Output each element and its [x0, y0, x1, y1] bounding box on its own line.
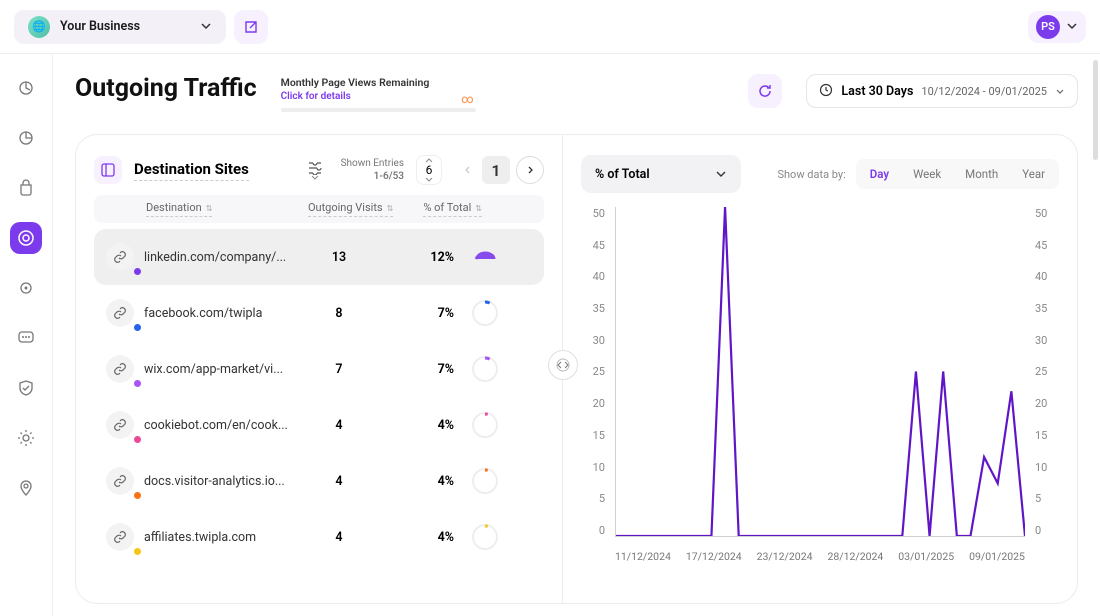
pct-value: 4%: [384, 418, 454, 433]
clock-icon: [819, 82, 833, 101]
destination-text: docs.visitor-analytics.io...: [144, 474, 294, 489]
table-row[interactable]: facebook.com/twipla 8 7%: [94, 285, 544, 341]
link-icon: [106, 467, 134, 495]
next-page-button[interactable]: [516, 156, 544, 184]
page-title: Outgoing Traffic: [75, 74, 257, 103]
destination-text: cookiebot.com/en/cook...: [144, 418, 294, 433]
granularity-switch: DayWeekMonthYear: [856, 159, 1059, 189]
table-header: Destination⇅ Outgoing Visits⇅ % of Total…: [94, 195, 544, 223]
granularity-month[interactable]: Month: [953, 161, 1010, 187]
scrollbar-thumb[interactable]: [1093, 60, 1098, 160]
pct-value: 4%: [384, 474, 454, 489]
sidebar-item-chat[interactable]: [10, 322, 42, 354]
range-label: Last 30 Days: [841, 84, 913, 99]
pct-value: 7%: [384, 362, 454, 377]
spark-ring: [472, 300, 498, 326]
sidebar-item-settings[interactable]: [10, 422, 42, 454]
business-selector[interactable]: 🌐 Your Business: [14, 10, 226, 44]
granularity-day[interactable]: Day: [858, 161, 901, 187]
range-dates: 10/12/2024 - 09/01/2025: [921, 85, 1047, 98]
chevron-down-icon: [1055, 82, 1065, 101]
pct-value: 4%: [384, 530, 454, 545]
sidebar-item-bag[interactable]: [10, 172, 42, 204]
chart: 50454035302520151050 5045403530252015105…: [581, 207, 1059, 557]
entries-info: Shown Entries 1-6/53: [341, 157, 404, 183]
page-1-button[interactable]: 1: [482, 156, 510, 184]
table-row[interactable]: docs.visitor-analytics.io... 4 4%: [94, 453, 544, 509]
date-range-selector[interactable]: Last 30 Days 10/12/2024 - 09/01/2025: [806, 74, 1078, 108]
open-external-button[interactable]: [234, 10, 268, 44]
pager: 1: [454, 156, 544, 184]
sidebar-item-shield[interactable]: [10, 372, 42, 404]
sidebar-item-target[interactable]: [10, 272, 42, 304]
quota-bar: ∞: [281, 108, 476, 112]
pct-value: 12%: [384, 250, 454, 265]
quota-details-link[interactable]: Click for details: [281, 91, 476, 102]
visits-value: 13: [294, 250, 384, 265]
filter-button[interactable]: [301, 156, 329, 184]
visits-value: 4: [294, 418, 384, 433]
link-icon: [106, 355, 134, 383]
quota-box: Monthly Page Views Remaining Click for d…: [281, 76, 476, 112]
sidebar-item-overview[interactable]: [10, 72, 42, 104]
spark-ring: [472, 356, 498, 382]
col-visits[interactable]: Outgoing Visits⇅: [308, 201, 393, 217]
metric-select[interactable]: % of Total: [581, 155, 741, 193]
table-row[interactable]: linkedin.com/company/... 13 12%: [94, 229, 544, 285]
granularity-year[interactable]: Year: [1010, 161, 1057, 187]
col-pct[interactable]: % of Total⇅: [423, 201, 482, 217]
sidebar-item-location[interactable]: [10, 472, 42, 504]
link-icon: [106, 299, 134, 327]
spark-ring: [472, 244, 498, 270]
show-by-label: Show data by:: [777, 168, 845, 181]
chevron-down-icon: [200, 17, 212, 36]
pct-value: 7%: [384, 306, 454, 321]
spark-ring: [472, 412, 498, 438]
col-destination[interactable]: Destination⇅: [146, 201, 212, 217]
destination-text: linkedin.com/company/...: [144, 250, 294, 265]
visits-value: 4: [294, 530, 384, 545]
pane-resize-handle[interactable]: [548, 350, 578, 380]
link-icon: [106, 411, 134, 439]
quota-label: Monthly Page Views Remaining: [281, 76, 476, 89]
chevron-down-icon: [1066, 17, 1078, 36]
table-title: Destination Sites: [134, 160, 249, 181]
table-icon: [94, 156, 122, 184]
spark-ring: [472, 524, 498, 550]
globe-icon: 🌐: [28, 16, 50, 38]
sidebar-item-pie[interactable]: [10, 122, 42, 154]
business-label: Your Business: [60, 19, 140, 34]
spark-ring: [472, 468, 498, 494]
visits-value: 7: [294, 362, 384, 377]
link-icon: [106, 243, 134, 271]
destination-text: wix.com/app-market/vi...: [144, 362, 294, 377]
sidebar-item-traffic[interactable]: [10, 222, 42, 254]
avatar: PS: [1036, 15, 1060, 39]
sidebar: [0, 54, 53, 616]
table-row[interactable]: cookiebot.com/en/cook... 4 4%: [94, 397, 544, 453]
link-icon: [106, 523, 134, 551]
destination-text: affiliates.twipla.com: [144, 530, 294, 545]
table-row[interactable]: wix.com/app-market/vi... 7 7%: [94, 341, 544, 397]
table-row[interactable]: affiliates.twipla.com 4 4%: [94, 509, 544, 565]
destination-text: facebook.com/twipla: [144, 306, 294, 321]
refresh-button[interactable]: [748, 74, 782, 108]
visits-value: 4: [294, 474, 384, 489]
per-page-selector[interactable]: 6: [416, 155, 442, 185]
visits-value: 8: [294, 306, 384, 321]
user-menu[interactable]: PS: [1028, 11, 1086, 43]
granularity-week[interactable]: Week: [901, 161, 953, 187]
prev-page-button[interactable]: [454, 156, 482, 184]
infinity-icon: ∞: [461, 92, 473, 106]
